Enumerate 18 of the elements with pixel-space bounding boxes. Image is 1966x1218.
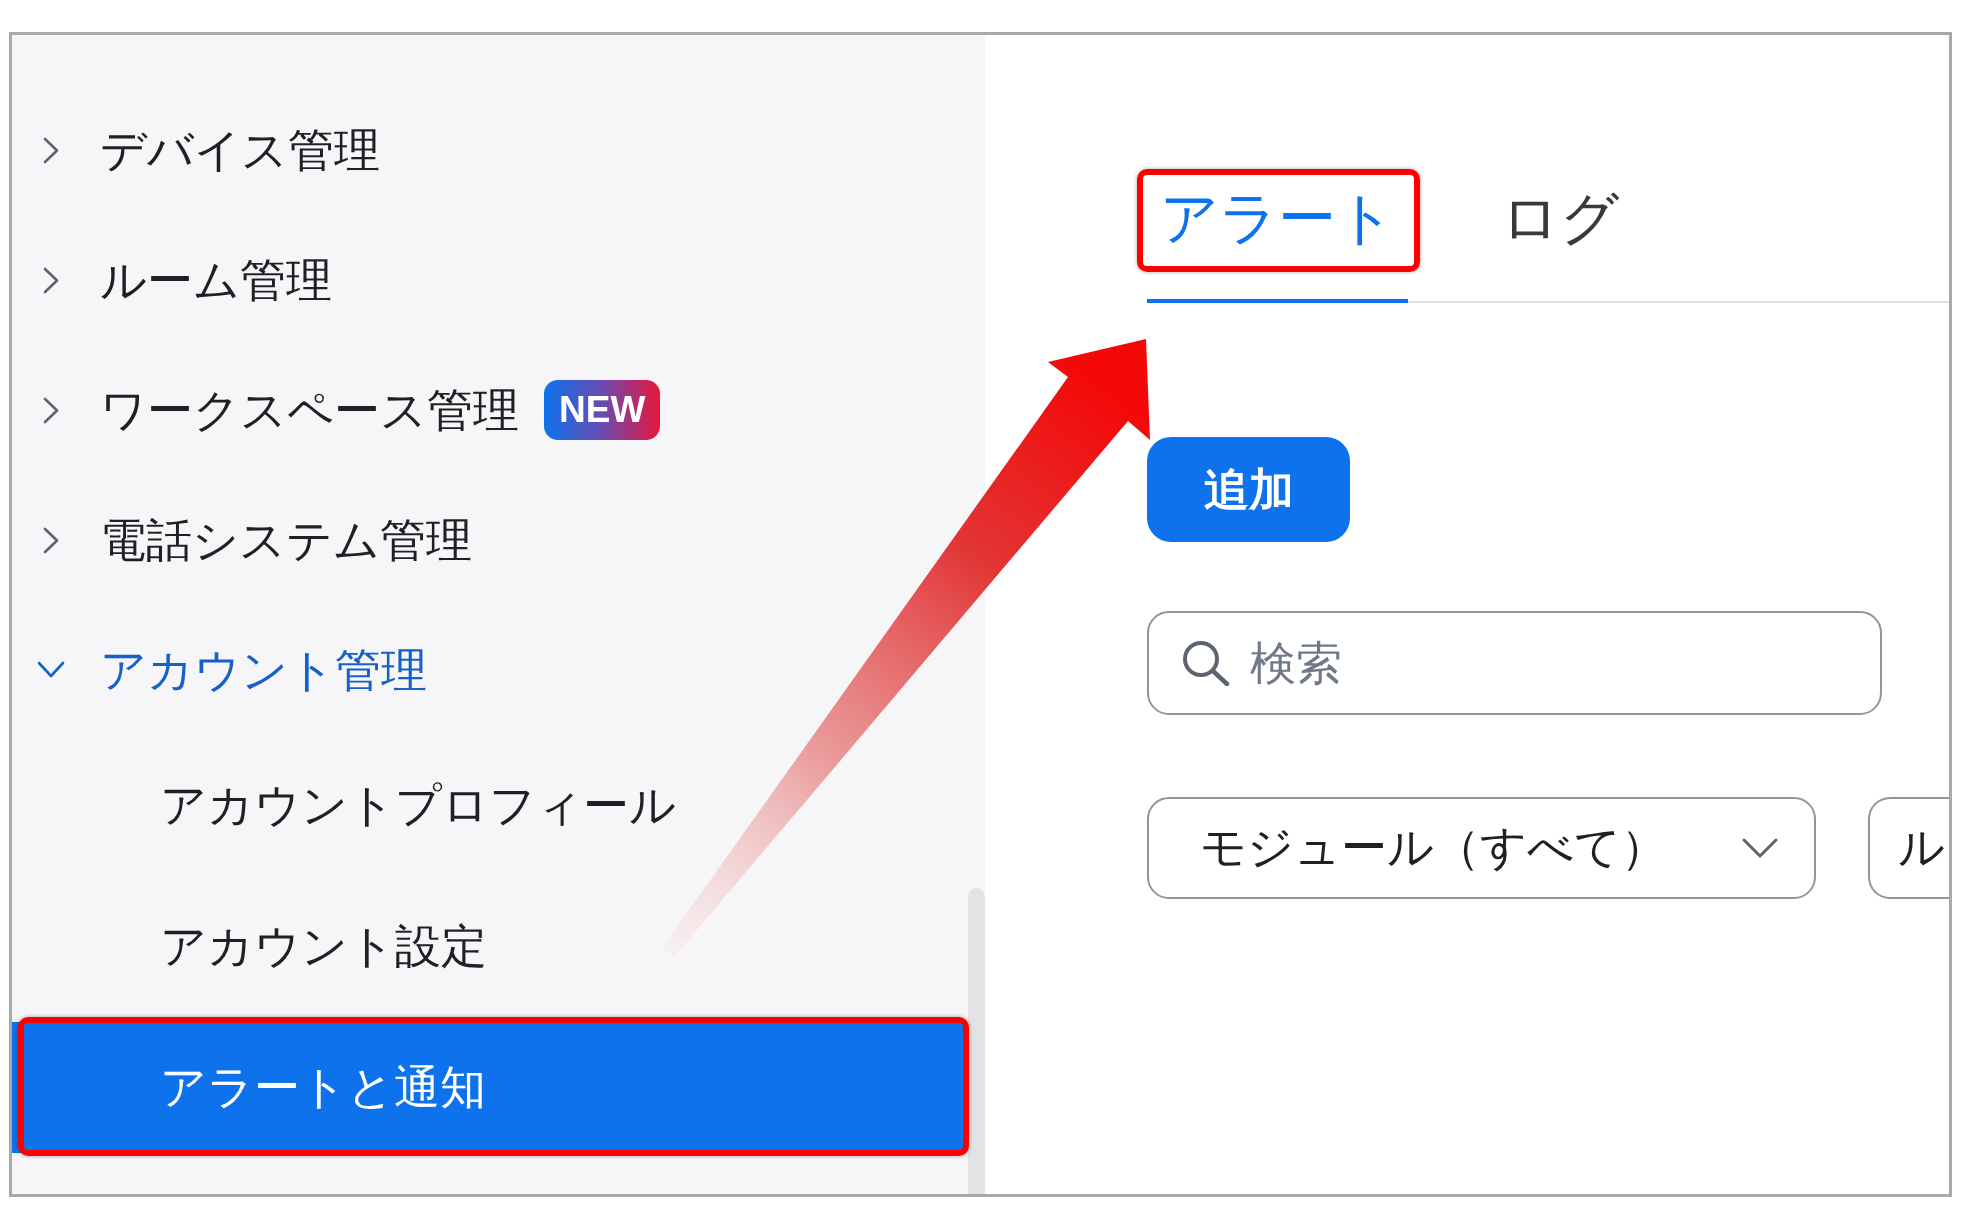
- chevron-down-icon: [1742, 838, 1778, 858]
- add-button[interactable]: 追加: [1147, 437, 1350, 542]
- scrollbar[interactable]: [968, 888, 985, 1194]
- sidebar-item[interactable]: ワークスペース管理: [100, 382, 519, 438]
- sidebar-item[interactable]: ルーム管理: [100, 252, 332, 308]
- filter-dropdown[interactable]: ル: [1868, 797, 1949, 899]
- tab[interactable]: アラート: [1147, 183, 1408, 303]
- search-icon: [1182, 640, 1230, 686]
- sidebar-subitem[interactable]: アカウント設定: [12, 881, 965, 1012]
- sidebar-subitem[interactable]: アラートと通知: [12, 1022, 965, 1153]
- filter-dropdown[interactable]: モジュール（すべて）: [1147, 797, 1816, 899]
- search-field[interactable]: 検索: [1147, 611, 1882, 715]
- tab[interactable]: ログ: [1488, 183, 1632, 303]
- sidebar-item[interactable]: デバイス管理: [100, 122, 380, 178]
- sidebar-item[interactable]: 電話システム管理: [100, 512, 472, 568]
- new-badge: NEW: [544, 380, 661, 440]
- sidebar-subitem[interactable]: アカウントプロフィール: [12, 740, 965, 871]
- sidebar-item[interactable]: アカウント管理: [100, 642, 427, 698]
